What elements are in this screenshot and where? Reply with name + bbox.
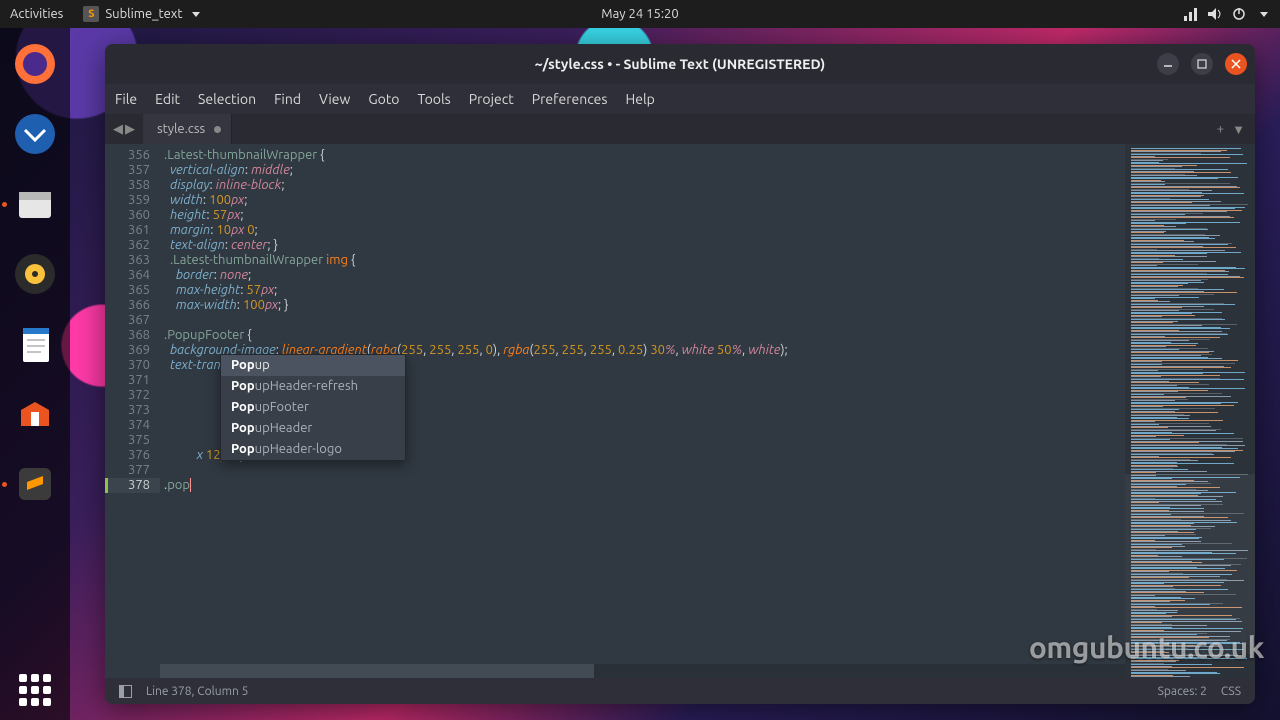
volume-icon[interactable] — [1208, 7, 1222, 21]
dock-rhythmbox[interactable] — [9, 248, 61, 300]
show-applications-button[interactable] — [19, 674, 51, 706]
tab-dirty-icon — [214, 126, 221, 133]
autocomplete-item[interactable]: PopupHeader — [221, 418, 405, 439]
menu-goto[interactable]: Goto — [368, 91, 399, 107]
menu-tools[interactable]: Tools — [418, 91, 451, 107]
maximize-button[interactable] — [1191, 53, 1213, 75]
activities-button[interactable]: Activities — [0, 7, 73, 21]
dock-writer[interactable] — [9, 318, 61, 370]
autocomplete-item[interactable]: Popup — [221, 355, 405, 376]
status-indentation[interactable]: Spaces: 2 — [1158, 685, 1207, 698]
sublime-icon: S — [83, 6, 99, 22]
horizontal-scrollbar[interactable] — [160, 664, 1125, 678]
status-cursor-position[interactable]: Line 378, Column 5 — [146, 685, 248, 698]
minimap[interactable] — [1125, 144, 1255, 678]
code-view[interactable]: .Latest-thumbnailWrapper {​ vertical-ali… — [160, 144, 1125, 678]
dock-firefox[interactable] — [9, 38, 61, 90]
scrollbar-thumb[interactable] — [160, 664, 594, 678]
watermark-text: omgubuntu.co.uk — [1029, 630, 1264, 664]
tabs-dropdown-icon[interactable]: ▼ — [1232, 122, 1245, 137]
line-number-gutter: 3563573583593603613623633643653663673683… — [105, 144, 160, 678]
status-bar: Line 378, Column 5 Spaces: 2 CSS — [105, 678, 1255, 704]
tab-label: style.css — [157, 122, 205, 136]
minimize-button[interactable] — [1157, 53, 1179, 75]
tab-next-icon[interactable]: ▶ — [125, 122, 135, 137]
menu-help[interactable]: Help — [625, 91, 654, 107]
menu-view[interactable]: View — [319, 91, 350, 107]
chevron-down-icon — [192, 12, 200, 17]
autocomplete-item[interactable]: PopupHeader-logo — [221, 439, 405, 460]
autocomplete-item[interactable]: PopupHeader-refresh — [221, 376, 405, 397]
status-syntax[interactable]: CSS — [1221, 685, 1241, 698]
tab-prev-icon[interactable]: ◀ — [113, 122, 123, 137]
window-title: ~/style.css • - Sublime Text (UNREGISTER… — [535, 56, 826, 72]
dock-thunderbird[interactable] — [9, 108, 61, 160]
clock[interactable]: May 24 15:20 — [591, 7, 688, 21]
top-active-app[interactable]: S Sublime_text — [73, 6, 210, 22]
power-icon[interactable] — [1232, 7, 1246, 21]
menu-edit[interactable]: Edit — [155, 91, 180, 107]
dock-sublime-text[interactable] — [9, 458, 61, 510]
menu-preferences[interactable]: Preferences — [532, 91, 608, 107]
panel-switcher-icon[interactable] — [119, 685, 132, 698]
minimap-viewport[interactable] — [1125, 474, 1255, 654]
autocomplete-popup[interactable]: PopupPopupHeader-refreshPopupFooterPopup… — [220, 354, 406, 461]
sublime-window: ~/style.css • - Sublime Text (UNREGISTER… — [105, 44, 1255, 704]
gnome-top-bar: Activities S Sublime_text May 24 15:20 — [0, 0, 1280, 28]
menu-selection[interactable]: Selection — [198, 91, 256, 107]
network-icon[interactable] — [1184, 7, 1198, 21]
dock — [0, 28, 70, 720]
dock-files[interactable] — [9, 178, 61, 230]
autocomplete-item[interactable]: PopupFooter — [221, 397, 405, 418]
menu-project[interactable]: Project — [469, 91, 514, 107]
dock-software[interactable] — [9, 388, 61, 440]
editor-area[interactable]: 3563573583593603613623633643653663673683… — [105, 144, 1255, 678]
new-tab-icon[interactable]: + — [1217, 122, 1224, 137]
menu-file[interactable]: File — [115, 91, 137, 107]
title-bar[interactable]: ~/style.css • - Sublime Text (UNREGISTER… — [105, 44, 1255, 84]
close-button[interactable] — [1225, 53, 1247, 75]
tab-strip: ◀▶ style.css + ▼ — [105, 114, 1255, 144]
menu-bar: File Edit Selection Find View Goto Tools Projec… — [105, 84, 1255, 114]
system-menu-chevron-icon[interactable] — [1260, 12, 1268, 17]
tab-style-css[interactable]: style.css — [143, 114, 232, 144]
menu-find[interactable]: Find — [274, 91, 301, 107]
